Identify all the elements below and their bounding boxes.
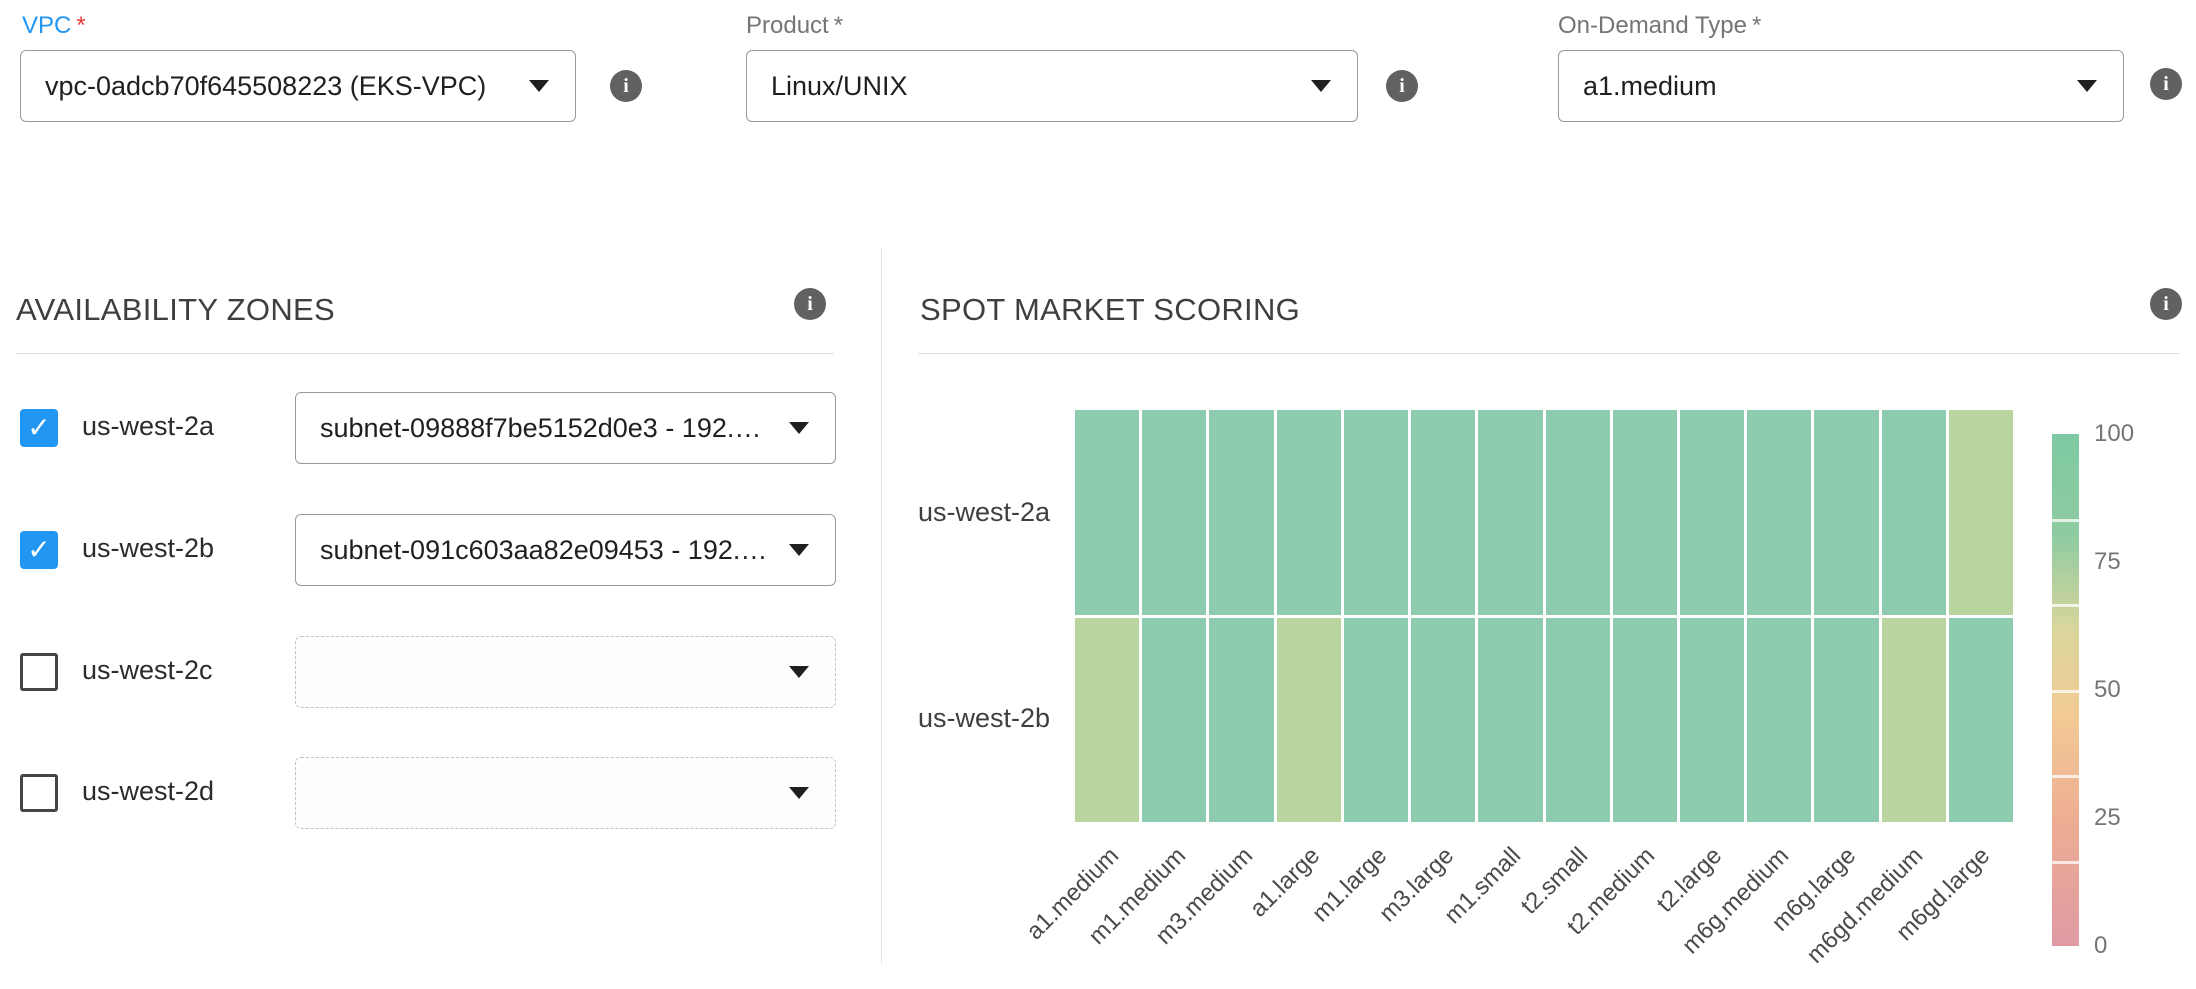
subnet-select-us-west-2b[interactable]: subnet-091c603aa82e09453 - 192.168… (295, 514, 836, 586)
heatmap-grid (1075, 410, 2013, 822)
az-zone-label: us-west-2c (82, 655, 213, 686)
required-asterisk: * (1752, 12, 1761, 39)
heatmap-cell (1680, 618, 1744, 823)
on-demand-type-select-value: a1.medium (1583, 71, 1717, 102)
chevron-down-icon (529, 80, 549, 92)
heatmap-cell (1344, 618, 1408, 823)
az-checkbox-us-west-2c[interactable] (20, 653, 58, 691)
heatmap-cell (1277, 618, 1341, 823)
heatmap-row-label: us-west-2b (878, 703, 1050, 734)
subnet-select-us-west-2c[interactable] (295, 636, 836, 708)
chevron-down-icon (789, 787, 809, 799)
az-row-us-west-2b: ✓ us-west-2b subnet-091c603aa82e09453 - … (0, 514, 836, 586)
heatmap-cell (1613, 618, 1677, 823)
chevron-down-icon (2077, 80, 2097, 92)
az-row-us-west-2a: ✓ us-west-2a subnet-09888f7be5152d0e3 - … (0, 392, 836, 464)
required-asterisk: * (76, 12, 85, 39)
on-demand-type-field-label: On-Demand Type* (1558, 12, 1761, 40)
heatmap-cell (1546, 410, 1610, 615)
heatmap-cell (1747, 410, 1811, 615)
on-demand-type-info-icon[interactable]: i (2150, 68, 2182, 100)
product-field-label: Product* (746, 12, 843, 40)
colorbar-tick-label: 0 (2094, 932, 2174, 960)
subnet-select-us-west-2d[interactable] (295, 757, 836, 829)
heatmap-cell (1411, 618, 1475, 823)
heatmap-cell (1814, 410, 1878, 615)
az-zone-label: us-west-2a (82, 411, 214, 442)
chevron-down-icon (789, 422, 809, 434)
heatmap-row-label: us-west-2a (878, 497, 1050, 528)
subnet-select-value: subnet-09888f7be5152d0e3 - 192.168… (320, 413, 771, 444)
heatmap-cell (1882, 410, 1946, 615)
heatmap-cell (1344, 410, 1408, 615)
product-info-icon[interactable]: i (1386, 70, 1418, 102)
colorbar-tick-label: 50 (2094, 676, 2174, 704)
heatmap-cell (1814, 618, 1878, 823)
colorbar-tick-label: 100 (2094, 420, 2174, 448)
on-demand-type-label-text: On-Demand Type (1558, 12, 1747, 39)
required-asterisk: * (834, 12, 843, 39)
heatmap-cell (1949, 618, 2013, 823)
chevron-down-icon (789, 666, 809, 678)
heatmap-cell (1949, 410, 2013, 615)
heatmap-cell (1277, 410, 1341, 615)
heatmap-cell (1209, 410, 1273, 615)
spot-market-scoring-info-icon[interactable]: i (2150, 288, 2182, 320)
product-select[interactable]: Linux/UNIX (746, 50, 1358, 122)
subnet-select-us-west-2a[interactable]: subnet-09888f7be5152d0e3 - 192.168… (295, 392, 836, 464)
az-checkbox-us-west-2b[interactable]: ✓ (20, 531, 58, 569)
heatmap-cell (1680, 410, 1744, 615)
heatmap-cell (1209, 618, 1273, 823)
az-zone-label: us-west-2d (82, 776, 214, 807)
colorbar-tick-label: 75 (2094, 548, 2174, 576)
heatmap-cell (1075, 618, 1139, 823)
az-row-us-west-2c: us-west-2c (0, 636, 836, 708)
heatmap-cell (1613, 410, 1677, 615)
spot-market-scoring-title: SPOT MARKET SCORING (920, 292, 1300, 328)
spot-market-scoring-divider (918, 353, 2180, 354)
subnet-select-value: subnet-091c603aa82e09453 - 192.168… (320, 535, 771, 566)
heatmap-cell (1411, 410, 1475, 615)
product-label-text: Product (746, 12, 829, 39)
availability-zones-title: AVAILABILITY ZONES (16, 292, 335, 328)
colorbar-tick-label: 25 (2094, 804, 2174, 832)
az-row-us-west-2d: us-west-2d (0, 757, 836, 829)
heatmap-colorbar (2052, 434, 2079, 946)
vpc-info-icon[interactable]: i (610, 70, 642, 102)
heatmap-cell (1747, 618, 1811, 823)
heatmap-cell (1075, 410, 1139, 615)
az-zone-label: us-west-2b (82, 533, 214, 564)
chevron-down-icon (789, 544, 809, 556)
availability-zones-info-icon[interactable]: i (794, 288, 826, 320)
colorbar-tick-gap (2052, 604, 2079, 607)
colorbar-tick-gap (2052, 861, 2079, 864)
heatmap-cell (1142, 410, 1206, 615)
heatmap-cell (1142, 618, 1206, 823)
vpc-select[interactable]: vpc-0adcb70f645508223 (EKS-VPC) (20, 50, 576, 122)
colorbar-tick-gap (2052, 519, 2079, 522)
vpc-select-value: vpc-0adcb70f645508223 (EKS-VPC) (45, 71, 486, 102)
az-checkbox-us-west-2d[interactable] (20, 774, 58, 812)
heatmap-cell (1478, 618, 1542, 823)
vpc-label-text: VPC (22, 12, 71, 39)
chevron-down-icon (1311, 80, 1331, 92)
heatmap-cell (1546, 618, 1610, 823)
product-select-value: Linux/UNIX (771, 71, 908, 102)
colorbar-tick-gap (2052, 775, 2079, 778)
availability-zones-divider (16, 353, 834, 354)
az-checkbox-us-west-2a[interactable]: ✓ (20, 409, 58, 447)
heatmap-cell (1478, 410, 1542, 615)
heatmap-cell (1882, 618, 1946, 823)
vpc-field-label: VPC* (22, 12, 86, 40)
on-demand-type-select[interactable]: a1.medium (1558, 50, 2124, 122)
vertical-divider (881, 248, 882, 964)
colorbar-tick-gap (2052, 690, 2079, 693)
